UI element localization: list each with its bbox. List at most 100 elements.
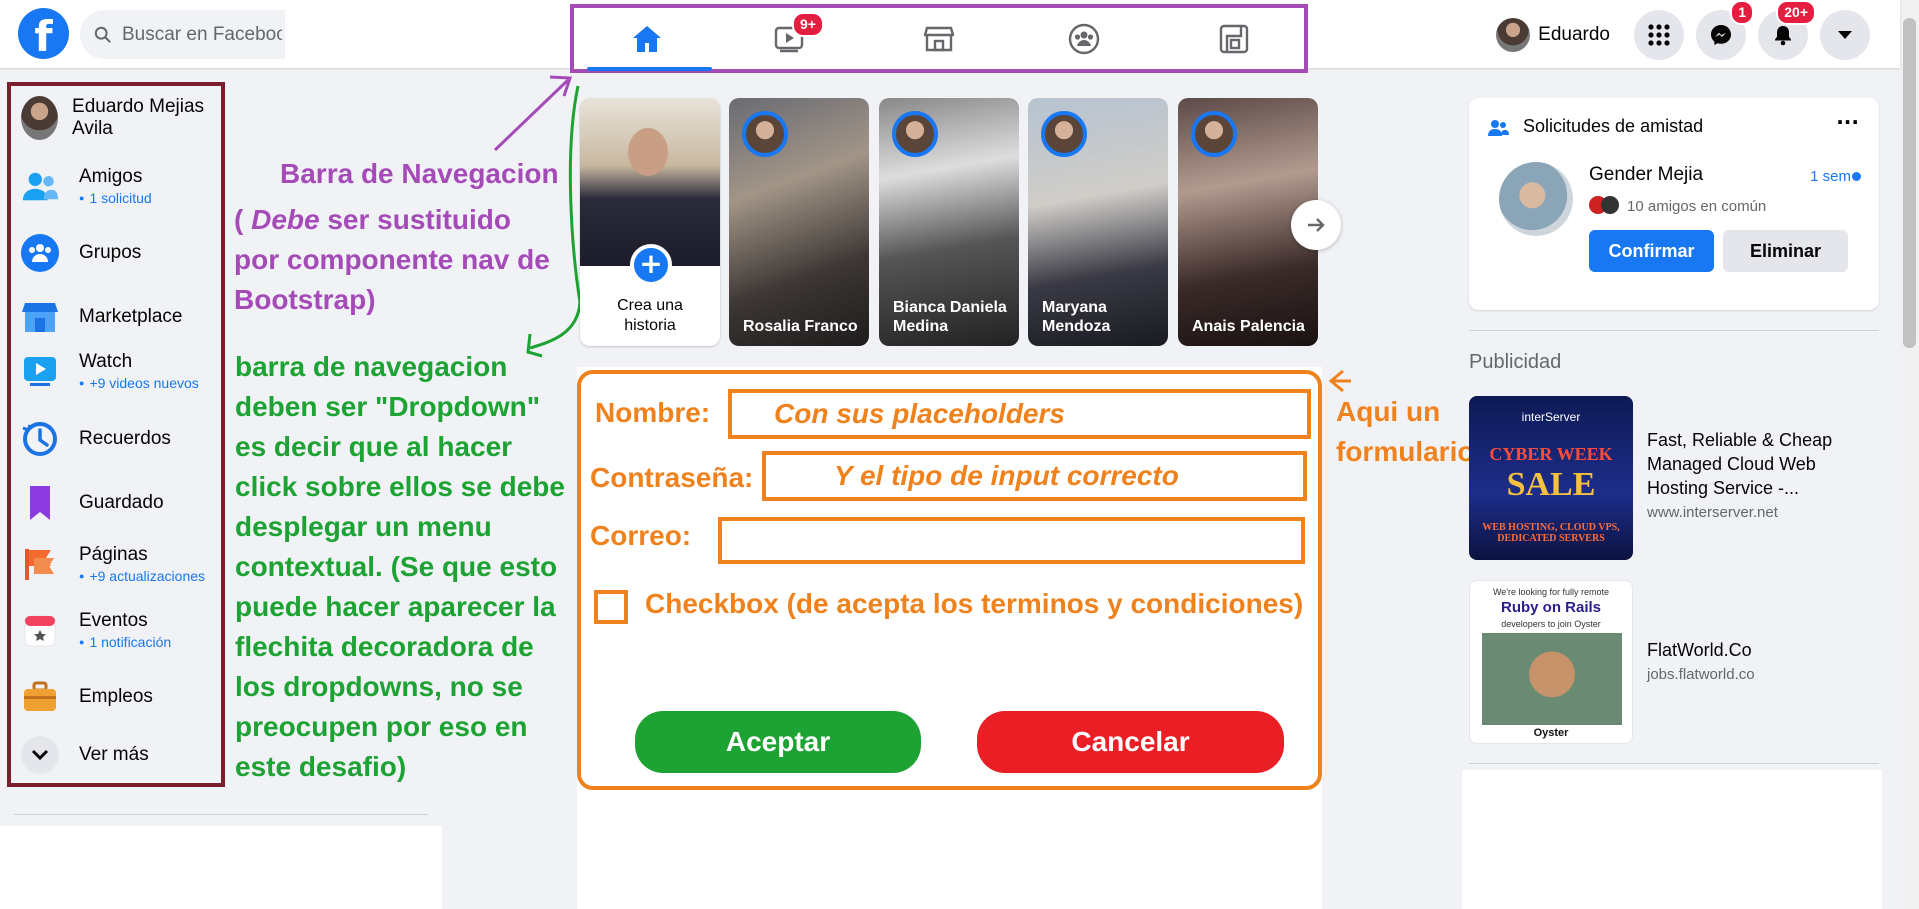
account-menu-button[interactable]	[1820, 10, 1870, 60]
avatar	[1191, 111, 1237, 157]
messenger-badge: 1	[1730, 0, 1754, 25]
story-image	[580, 98, 720, 266]
sidebar-item-label: Guardado	[79, 492, 164, 513]
ad-item[interactable]: interServer CYBER WEEK SALE WEB HOSTING,…	[1469, 396, 1879, 560]
accept-button[interactable]: Aceptar	[635, 711, 921, 773]
groups-icon	[21, 234, 59, 272]
story-card[interactable]: Rosalia Franco	[729, 98, 869, 346]
tab-watch[interactable]: 9+	[724, 8, 854, 69]
video-icon	[21, 352, 59, 390]
profile-shortcut[interactable]: Eduardo	[1492, 15, 1622, 55]
clock-icon	[21, 420, 59, 458]
watch-badge: 9+	[792, 12, 824, 37]
sidebar-item-recuerdos[interactable]: Recuerdos	[21, 420, 221, 458]
notifications-button[interactable]: 20+	[1758, 0, 1816, 60]
page-scrollbar[interactable]	[1900, 0, 1919, 909]
annotation-nav-line1: ( Debe ser sustituido	[234, 204, 511, 236]
sidebar-item-watch[interactable]: Watch +9 videos nuevos	[21, 351, 221, 391]
tab-home[interactable]	[582, 8, 712, 71]
tab-groups[interactable]	[1019, 8, 1149, 69]
ad-image: We're looking for fully remote Ruby on R…	[1469, 580, 1633, 744]
right-footer-area	[1462, 770, 1882, 909]
sidebar-item-label: Marketplace	[79, 306, 183, 327]
sidebar-item-ver-mas[interactable]: Ver más	[21, 736, 221, 774]
name-input[interactable]	[728, 389, 1311, 439]
annotation-line: flechita decoradora de	[235, 631, 534, 662]
sidebar-item-paginas[interactable]: Páginas +9 actualizaciones	[21, 544, 221, 584]
sidebar-item-sublabel: 1 notificación	[79, 634, 171, 650]
story-card[interactable]: Maryana Mendoza	[1028, 98, 1168, 346]
friend-requests-card: Solicitudes de amistad ··· Gender Mejia …	[1469, 98, 1879, 310]
story-name: Rosalia Franco	[743, 318, 858, 335]
sidebar-item-profile[interactable]: Eduardo Mejias Avila	[21, 96, 221, 140]
terms-label: Checkbox (de acepta los terminos y condi…	[645, 588, 1304, 619]
annotation-line: este desafio)	[235, 751, 407, 782]
avatar	[21, 96, 59, 140]
cancel-button[interactable]: Cancelar	[977, 711, 1284, 773]
more-options-button[interactable]: ···	[1836, 110, 1859, 134]
sidebar-item-label: Grupos	[79, 242, 142, 263]
annotation-line: preocupen por eso en	[235, 711, 528, 742]
story-card-create[interactable]: + Crea una historia	[580, 98, 720, 346]
ad-url: jobs.flatworld.co	[1647, 666, 1755, 683]
sidebar-item-label: Watch	[79, 351, 133, 372]
ads-section-title: Publicidad	[1469, 351, 1562, 373]
stories-next-button[interactable]	[1291, 200, 1341, 250]
annotation-form-line2: formulario	[1336, 436, 1475, 467]
menu-button[interactable]	[1634, 10, 1684, 60]
annotation-line: es decir que al hacer	[235, 431, 513, 462]
sidebar-item-amigos[interactable]: Amigos 1 solicitud	[21, 166, 221, 206]
avatar	[1601, 196, 1619, 214]
scrollbar-thumb[interactable]	[1903, 18, 1916, 348]
grid-menu-icon	[1648, 24, 1670, 46]
avatar	[892, 111, 938, 157]
user-name: Eduardo	[1538, 24, 1610, 45]
search-icon	[94, 26, 111, 43]
sidebar-item-empleos[interactable]: Empleos	[21, 678, 221, 716]
ad-image-headline: CYBER WEEK	[1489, 444, 1613, 464]
ad-image-subtext: developers to join Oyster	[1501, 619, 1601, 629]
annotation-text: (	[234, 204, 252, 235]
sidebar-item-marketplace[interactable]: Marketplace	[21, 298, 221, 336]
tab-marketplace[interactable]	[874, 8, 1004, 69]
section-divider	[1469, 330, 1879, 331]
bookmark-icon	[21, 484, 59, 522]
sidebar-item-eventos[interactable]: Eventos 1 notificación	[21, 610, 221, 650]
messenger-button[interactable]: 1	[1696, 0, 1754, 60]
email-input[interactable]	[718, 517, 1305, 564]
name-label: Nombre:	[595, 397, 711, 428]
groups-icon	[1068, 23, 1100, 54]
annotation-line: barra de navegacion	[235, 351, 508, 382]
ad-title: FlatWorld.Co	[1647, 640, 1752, 660]
facebook-logo[interactable]: f	[18, 8, 69, 59]
sidebar-item-guardado[interactable]: Guardado	[21, 484, 221, 522]
section-divider	[1469, 763, 1879, 764]
requester-name[interactable]: Gender Mejia	[1589, 164, 1703, 186]
search-box[interactable]	[80, 10, 285, 59]
mutual-friends: 10 amigos en común	[1627, 198, 1767, 215]
store-icon	[21, 298, 59, 336]
annotation-nav-title: Barra de Navegacion	[280, 158, 559, 189]
notifications-badge: 20+	[1776, 0, 1816, 25]
terms-checkbox[interactable]	[594, 590, 628, 624]
plus-icon: +	[630, 244, 672, 286]
story-name: Anais Palencia	[1192, 318, 1305, 335]
sidebar-item-sublabel: +9 actualizaciones	[79, 568, 205, 584]
sidebar-item-grupos[interactable]: Grupos	[21, 234, 221, 272]
ad-image: interServer CYBER WEEK SALE WEB HOSTING,…	[1469, 396, 1633, 560]
tab-gaming[interactable]	[1169, 8, 1299, 69]
sidebar-item-label: Ver más	[79, 744, 149, 765]
story-card[interactable]: Bianca Daniela Medina	[879, 98, 1019, 346]
messenger-icon	[1711, 25, 1731, 45]
sidebar-item-label: Amigos	[79, 166, 143, 187]
ad-photo	[1482, 633, 1622, 725]
delete-button[interactable]: Eliminar	[1723, 230, 1848, 272]
calendar-icon	[21, 611, 59, 649]
email-label: Correo:	[590, 520, 692, 551]
search-input[interactable]	[122, 23, 282, 46]
confirm-button[interactable]: Confirmar	[1589, 230, 1714, 272]
annotation-arrow-form	[1328, 369, 1351, 393]
password-input[interactable]	[762, 451, 1307, 501]
story-name: Maryana Mendoza	[1042, 299, 1111, 335]
ad-item[interactable]: We're looking for fully remote Ruby on R…	[1469, 580, 1879, 744]
